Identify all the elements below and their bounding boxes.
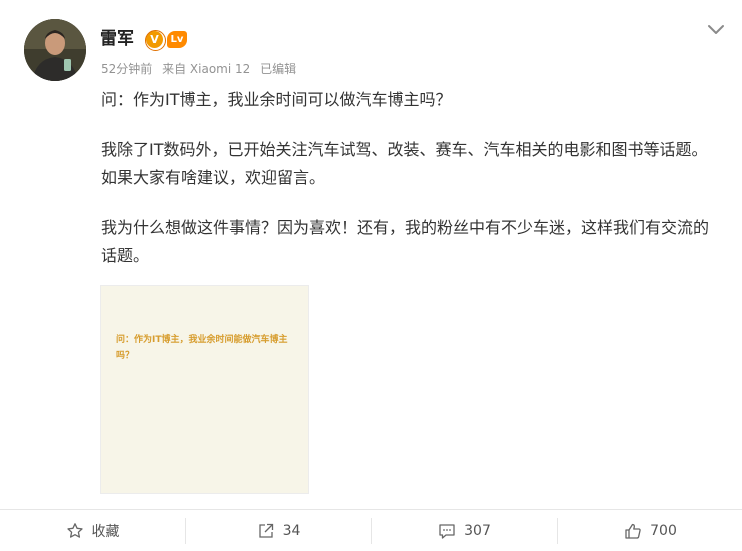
post-paragraph: 我为什么想做这件事情？因为喜欢！还有，我的粉丝中有不少车迷，这样我们有交流的话题… xyxy=(101,218,710,265)
like-count: 700 xyxy=(650,522,677,539)
favorite-label: 收藏 xyxy=(91,523,120,540)
share-icon xyxy=(258,523,273,538)
repost-count: 34 xyxy=(282,522,301,539)
author-name[interactable]: 雷军 xyxy=(100,28,134,50)
repost-button[interactable]: 34 xyxy=(186,510,371,551)
star-icon xyxy=(66,522,83,538)
weibo-post: 雷军 V Lv 52分钟前 来自 Xiaomi 12 已编辑 问：作为IT博主，… xyxy=(0,0,742,551)
post-paragraph: 我除了IT数码外，已开始关注汽车试驾、改装、赛车、汽车相关的电影和图书等话题。如… xyxy=(101,140,708,187)
comment-count: 307 xyxy=(464,522,491,539)
comment-icon xyxy=(439,523,455,539)
favorite-button[interactable]: 收藏 xyxy=(0,510,185,551)
level-badge-icon: Lv xyxy=(167,31,187,48)
post-image[interactable]: 问：作为IT博主，我业余时间能做汽车博主吗？ xyxy=(100,285,309,494)
post-time[interactable]: 52分钟前 xyxy=(101,62,152,76)
thumbs-up-icon xyxy=(625,523,641,539)
post-content: 问：作为IT博主，我业余时间可以做汽车博主吗？ 我除了IT数码外，已开始关注汽车… xyxy=(101,86,721,270)
post-image-text: 问：作为IT博主，我业余时间能做汽车博主吗？ xyxy=(116,335,288,361)
avatar[interactable] xyxy=(24,19,86,81)
post-paragraph: 问：作为IT博主，我业余时间可以做汽车博主吗？ xyxy=(101,90,452,109)
comment-button[interactable]: 307 xyxy=(372,510,557,551)
verified-badge-icon: V xyxy=(145,30,166,51)
action-bar: 收藏 34 307 700 xyxy=(0,510,742,551)
avatar-image xyxy=(24,19,86,81)
post-meta: 52分钟前 来自 Xiaomi 12 已编辑 xyxy=(101,61,302,77)
post-source: 来自 Xiaomi 12 xyxy=(162,62,251,76)
chevron-down-icon[interactable] xyxy=(706,22,726,38)
like-button[interactable]: 700 xyxy=(558,510,742,551)
edited-label[interactable]: 已编辑 xyxy=(260,62,296,76)
